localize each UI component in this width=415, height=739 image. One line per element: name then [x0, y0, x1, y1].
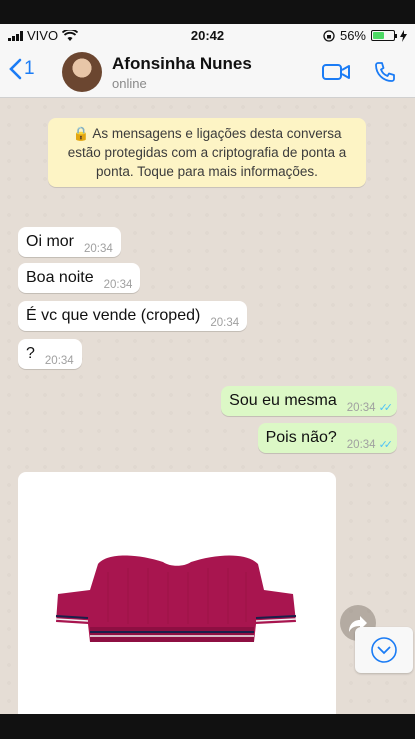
phone-icon[interactable] — [373, 60, 397, 84]
message-incoming[interactable]: Boa noite 20:34 — [18, 263, 141, 293]
message-outgoing[interactable]: Sou eu mesma 20:34 ✓✓ — [221, 386, 397, 416]
message-text: Boa noite — [26, 269, 94, 286]
message-text: Sou eu mesma — [229, 392, 337, 409]
read-ticks-icon: ✓✓ — [378, 439, 394, 451]
message-incoming[interactable]: Oi mor 20:34 — [18, 227, 121, 257]
message-time: 20:34 ✓✓ — [346, 401, 394, 415]
contact-info[interactable]: Afonsinha Nunes online — [112, 54, 252, 91]
battery-icon — [371, 30, 397, 41]
encryption-notice[interactable]: 🔒 As mensagens e ligações desta conversa… — [48, 118, 366, 187]
back-chevron-icon — [9, 58, 22, 80]
image-message[interactable] — [18, 472, 336, 714]
message-text: É vc que vende (croped) — [26, 307, 201, 324]
avatar[interactable] — [62, 52, 102, 92]
unread-count: 1 — [24, 58, 35, 79]
charging-icon — [400, 29, 407, 42]
bottom-bezel — [0, 714, 415, 739]
top-bezel — [0, 0, 415, 24]
video-call-icon[interactable] — [321, 62, 351, 82]
message-time: 20:34 — [84, 243, 113, 255]
message-incoming[interactable]: É vc que vende (croped) 20:34 — [18, 301, 248, 331]
presence-status: online — [112, 76, 147, 91]
message-time: 20:34 — [44, 355, 74, 367]
message-incoming[interactable]: ? 20:34 — [18, 339, 82, 369]
chat-area[interactable]: 🔒 As mensagens e ligações desta conversa… — [0, 98, 415, 714]
chevron-down-icon — [371, 637, 397, 663]
back-button[interactable]: 1 — [8, 58, 35, 80]
lock-rotation-icon — [323, 29, 335, 42]
read-ticks-icon: ✓✓ — [378, 402, 394, 414]
message-text: ? — [26, 345, 35, 362]
message-time: 20:34 — [103, 279, 133, 291]
message-time: 20:34 ✓✓ — [346, 438, 394, 452]
product-image — [55, 555, 297, 642]
status-bar: VIVO 20:42 56% — [0, 24, 415, 46]
contact-name: Afonsinha Nunes — [112, 54, 252, 73]
message-text: Pois não? — [265, 429, 337, 446]
message-text: Oi mor — [26, 233, 74, 250]
battery-percent: 56% — [339, 28, 366, 43]
message-outgoing[interactable]: Pois não? 20:34 ✓✓ — [257, 423, 397, 453]
message-time: 20:34 — [210, 317, 240, 329]
scroll-to-bottom-button[interactable] — [355, 627, 413, 673]
chat-header: 1 Afonsinha Nunes online — [0, 46, 415, 98]
